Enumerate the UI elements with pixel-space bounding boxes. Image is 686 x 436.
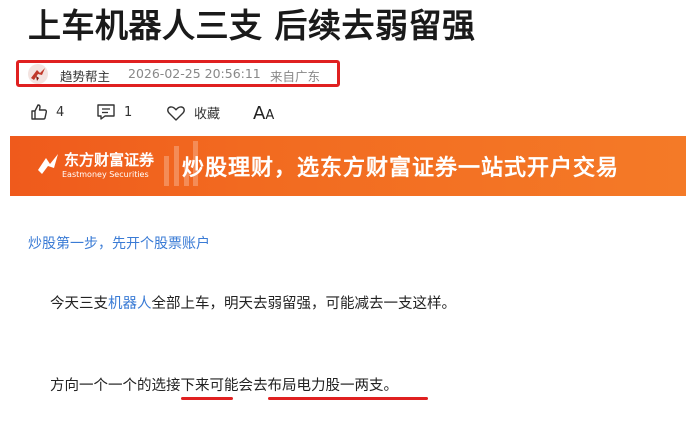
publish-time: 2026-02-25 20:56:11 (128, 66, 261, 81)
keyword-link[interactable]: 机器人 (108, 296, 152, 312)
banner-slogan: 炒股理财，选东方财富证券一站式开户交易 (182, 156, 620, 181)
annotation-underline (268, 397, 428, 400)
paragraph-2: 方向一个一个的选接下来可能会去布局电力股一两支。 (50, 378, 398, 394)
comment-icon (97, 104, 115, 120)
annotation-underline (181, 397, 233, 400)
font-size-button[interactable]: AA (253, 103, 274, 124)
post-location: 来自广东 (270, 69, 321, 84)
paragraph-1: 今天三支机器人全部上车，明天去弱留强，可能减去一支这样。 (50, 296, 456, 312)
author-avatar[interactable] (28, 64, 48, 84)
article-title: 上车机器人三支 后续去弱留强 (28, 6, 476, 45)
like-button[interactable]: 4 (30, 103, 64, 121)
eastmoney-logo-icon (38, 154, 58, 174)
broker-ad-banner[interactable]: 东方财富证券 Eastmoney Securities 炒股理财，选东方财富证券… (10, 136, 686, 196)
like-count: 4 (56, 104, 65, 120)
thumbs-up-icon (31, 104, 48, 120)
open-account-link[interactable]: 炒股第一步，先开个股票账户 (28, 233, 210, 253)
eagle-icon (31, 68, 45, 81)
favorite-label: 收藏 (194, 107, 221, 122)
font-size-icon: AA (253, 103, 275, 124)
brand-name: 东方财富证券 (64, 151, 155, 169)
comment-count: 1 (124, 104, 133, 120)
author-name[interactable]: 趋势帮主 (60, 66, 110, 85)
heart-icon (167, 105, 185, 121)
comment-button[interactable]: 1 (96, 103, 132, 121)
brand-name-en: Eastmoney Securities (62, 170, 149, 179)
favorite-button[interactable]: 收藏 (166, 103, 220, 122)
